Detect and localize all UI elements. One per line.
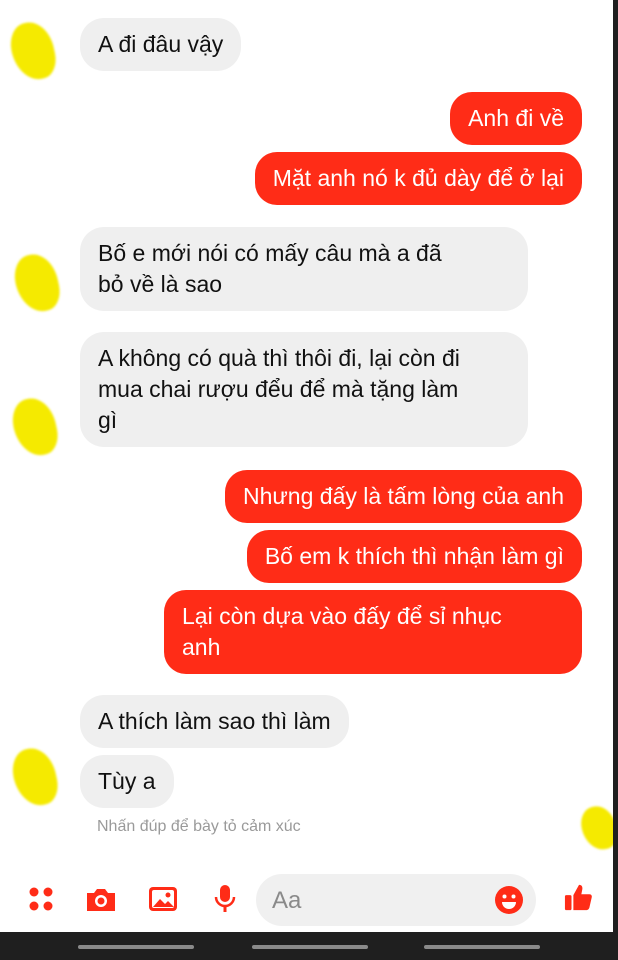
message-sent[interactable]: Nhưng đấy là tấm lòng của anh — [225, 470, 582, 523]
message-received[interactable]: Bố e mới nói có mấy câu mà a đã bỏ về là… — [80, 227, 528, 311]
message-input[interactable]: Aa — [256, 874, 536, 926]
message-input-placeholder: Aa — [272, 887, 302, 914]
apps-icon[interactable] — [24, 884, 58, 914]
nav-pill[interactable] — [252, 945, 368, 949]
camera-icon[interactable] — [84, 884, 118, 914]
message-sent[interactable]: Mặt anh nó k đủ dày để ở lại — [254, 152, 582, 205]
chat-thread: A đi đâu vậy Anh đi về Mặt anh nó k đủ d… — [0, 0, 618, 860]
contact-avatar[interactable] — [6, 18, 60, 84]
screen-edge — [613, 0, 618, 932]
system-nav-bar — [0, 932, 618, 960]
contact-avatar[interactable] — [10, 250, 64, 316]
message-received[interactable]: Tùy a — [80, 755, 174, 808]
message-sent[interactable]: Anh đi về — [450, 92, 582, 145]
reaction-avatar — [577, 802, 618, 854]
nav-pill[interactable] — [78, 945, 194, 949]
message-received[interactable]: A không có quà thì thôi đi, lại còn đi m… — [80, 332, 528, 447]
message-sent[interactable]: Lại còn dựa vào đấy để sỉ nhục anh — [164, 590, 582, 674]
message-sent[interactable]: Bố em k thích thì nhận làm gì — [246, 530, 582, 583]
message-composer: Aa — [0, 862, 618, 932]
thumbs-up-icon[interactable] — [562, 882, 596, 912]
contact-avatar[interactable] — [8, 394, 62, 460]
emoji-icon[interactable] — [494, 885, 524, 915]
nav-pill[interactable] — [424, 945, 540, 949]
reaction-hint: Nhấn đúp để bày tỏ cảm xúc — [97, 818, 301, 835]
message-received[interactable]: A thích làm sao thì làm — [80, 695, 349, 748]
contact-avatar[interactable] — [8, 744, 62, 810]
message-received[interactable]: A đi đâu vậy — [80, 18, 242, 71]
gallery-icon[interactable] — [146, 884, 180, 914]
microphone-icon[interactable] — [208, 884, 242, 914]
